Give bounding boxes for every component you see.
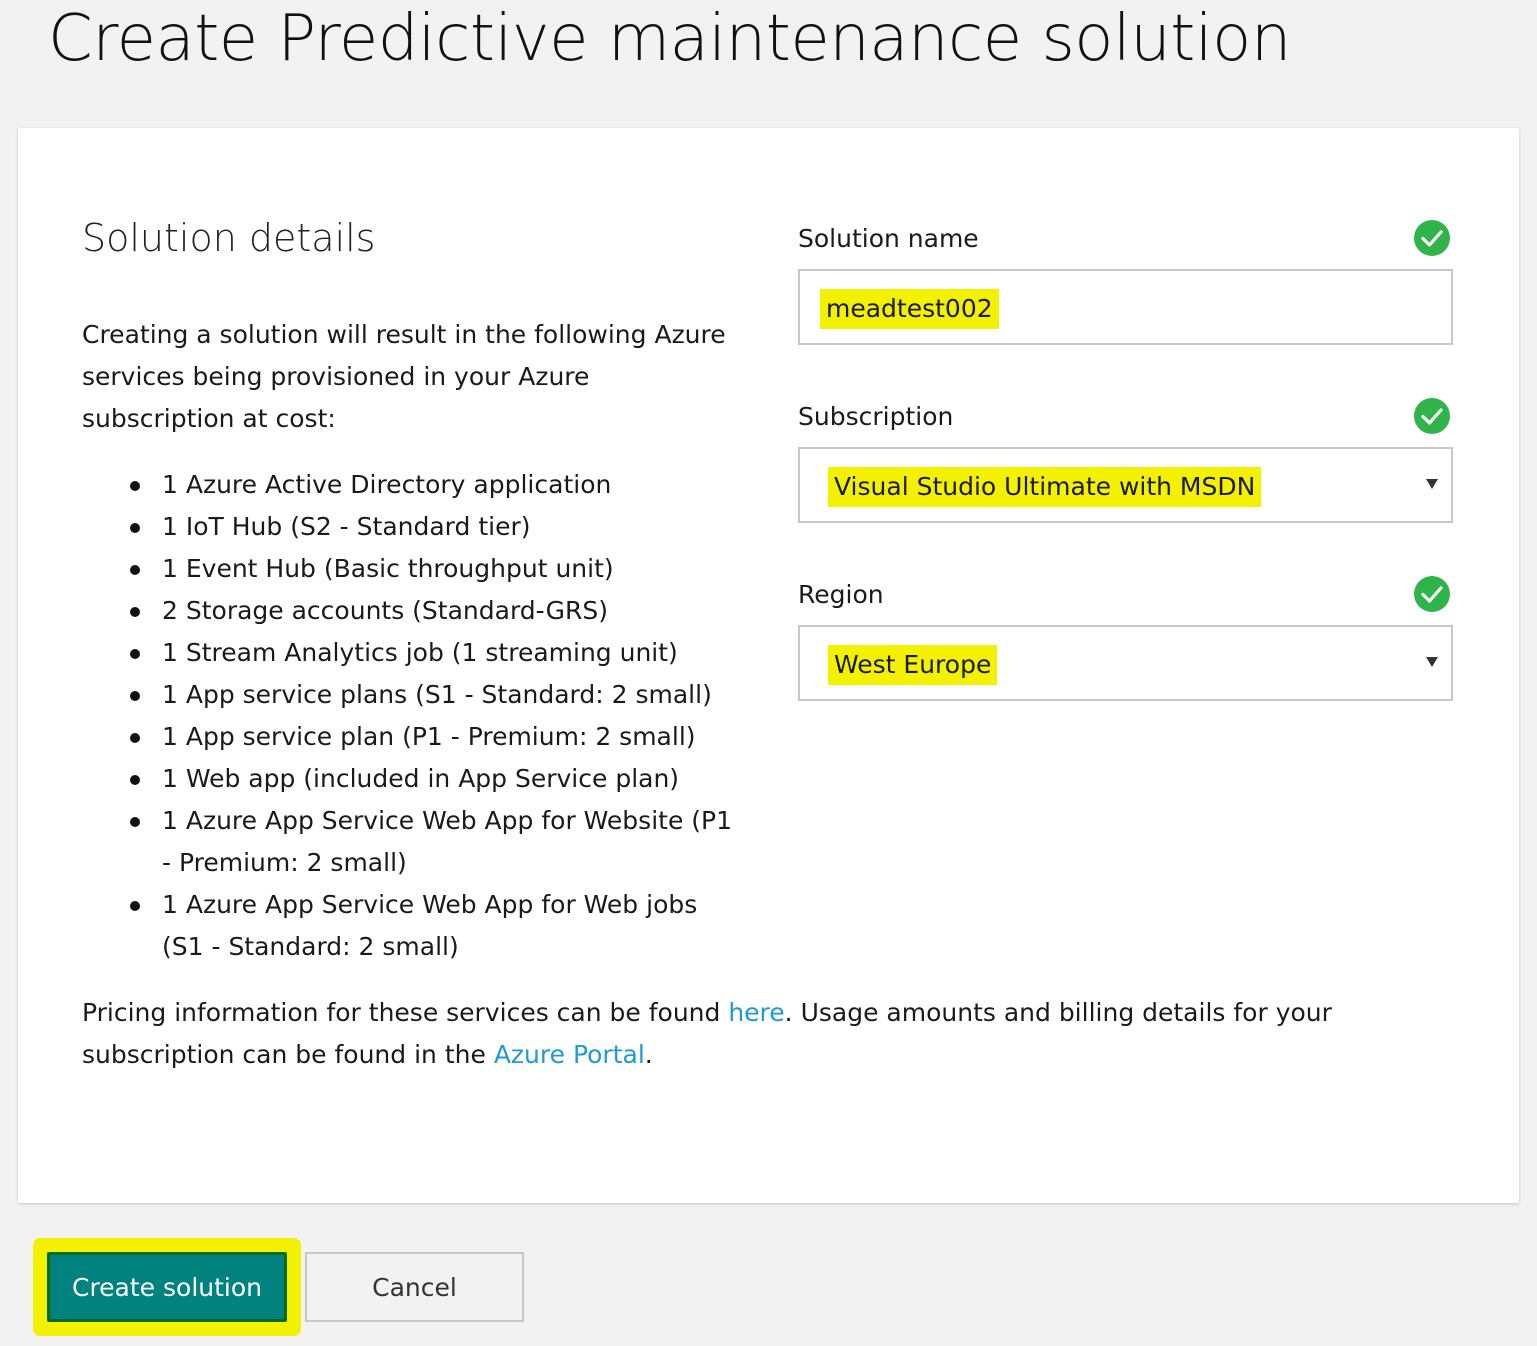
bullet-icon [130,733,140,743]
bullet-icon [130,607,140,617]
list-item: 1 Azure App Service Web App for Website … [130,800,742,884]
intro-text: Creating a solution will result in the f… [82,320,726,433]
page-title: Create Predictive maintenance solution [48,2,1291,76]
bullet-icon [130,775,140,785]
check-circle-icon [1414,398,1450,434]
list-item: 1 Azure Active Directory application [130,464,742,506]
subscription-label: Subscription [798,402,954,431]
solution-name-label: Solution name [798,224,979,253]
list-item: 1 IoT Hub (S2 - Standard tier) [130,506,742,548]
create-solution-button[interactable]: Create solution [47,1252,287,1322]
list-item: 1 Event Hub (Basic throughput unit) [130,548,742,590]
region-label: Region [798,580,884,609]
pricing-link[interactable]: here [728,998,784,1027]
services-list: 1 Azure Active Directory application 1 I… [82,464,742,968]
bullet-icon [130,817,140,827]
section-title: Solution details [82,216,376,260]
bullet-icon [130,649,140,659]
list-item: 1 App service plans (S1 - Standard: 2 sm… [130,674,742,716]
list-item: 2 Storage accounts (Standard-GRS) [130,590,742,632]
azure-portal-link[interactable]: Azure Portal [494,1040,645,1069]
solution-card: Solution details Creating a solution wil… [18,128,1519,1203]
chevron-down-icon [1426,657,1438,667]
check-circle-icon [1414,220,1450,256]
pricing-text: Pricing information for these services c… [82,998,1332,1069]
bullet-icon [130,565,140,575]
region-select[interactable]: West Europe [798,625,1453,701]
list-item: 1 Web app (included in App Service plan) [130,758,742,800]
list-item: 1 Stream Analytics job (1 streaming unit… [130,632,742,674]
solution-name-input[interactable]: meadtest002 [798,269,1453,345]
subscription-value: Visual Studio Ultimate with MSDN [828,467,1262,507]
bullet-icon [130,481,140,491]
solution-name-value: meadtest002 [820,289,999,329]
bullet-icon [130,901,140,911]
region-value: West Europe [828,645,998,685]
cancel-button[interactable]: Cancel [305,1252,524,1322]
bullet-icon [130,523,140,533]
check-circle-icon [1414,576,1450,612]
list-item: 1 App service plan (P1 - Premium: 2 smal… [130,716,742,758]
bullet-icon [130,691,140,701]
subscription-select[interactable]: Visual Studio Ultimate with MSDN [798,447,1453,523]
chevron-down-icon [1426,479,1438,489]
list-item: 1 Azure App Service Web App for Web jobs… [130,884,742,968]
